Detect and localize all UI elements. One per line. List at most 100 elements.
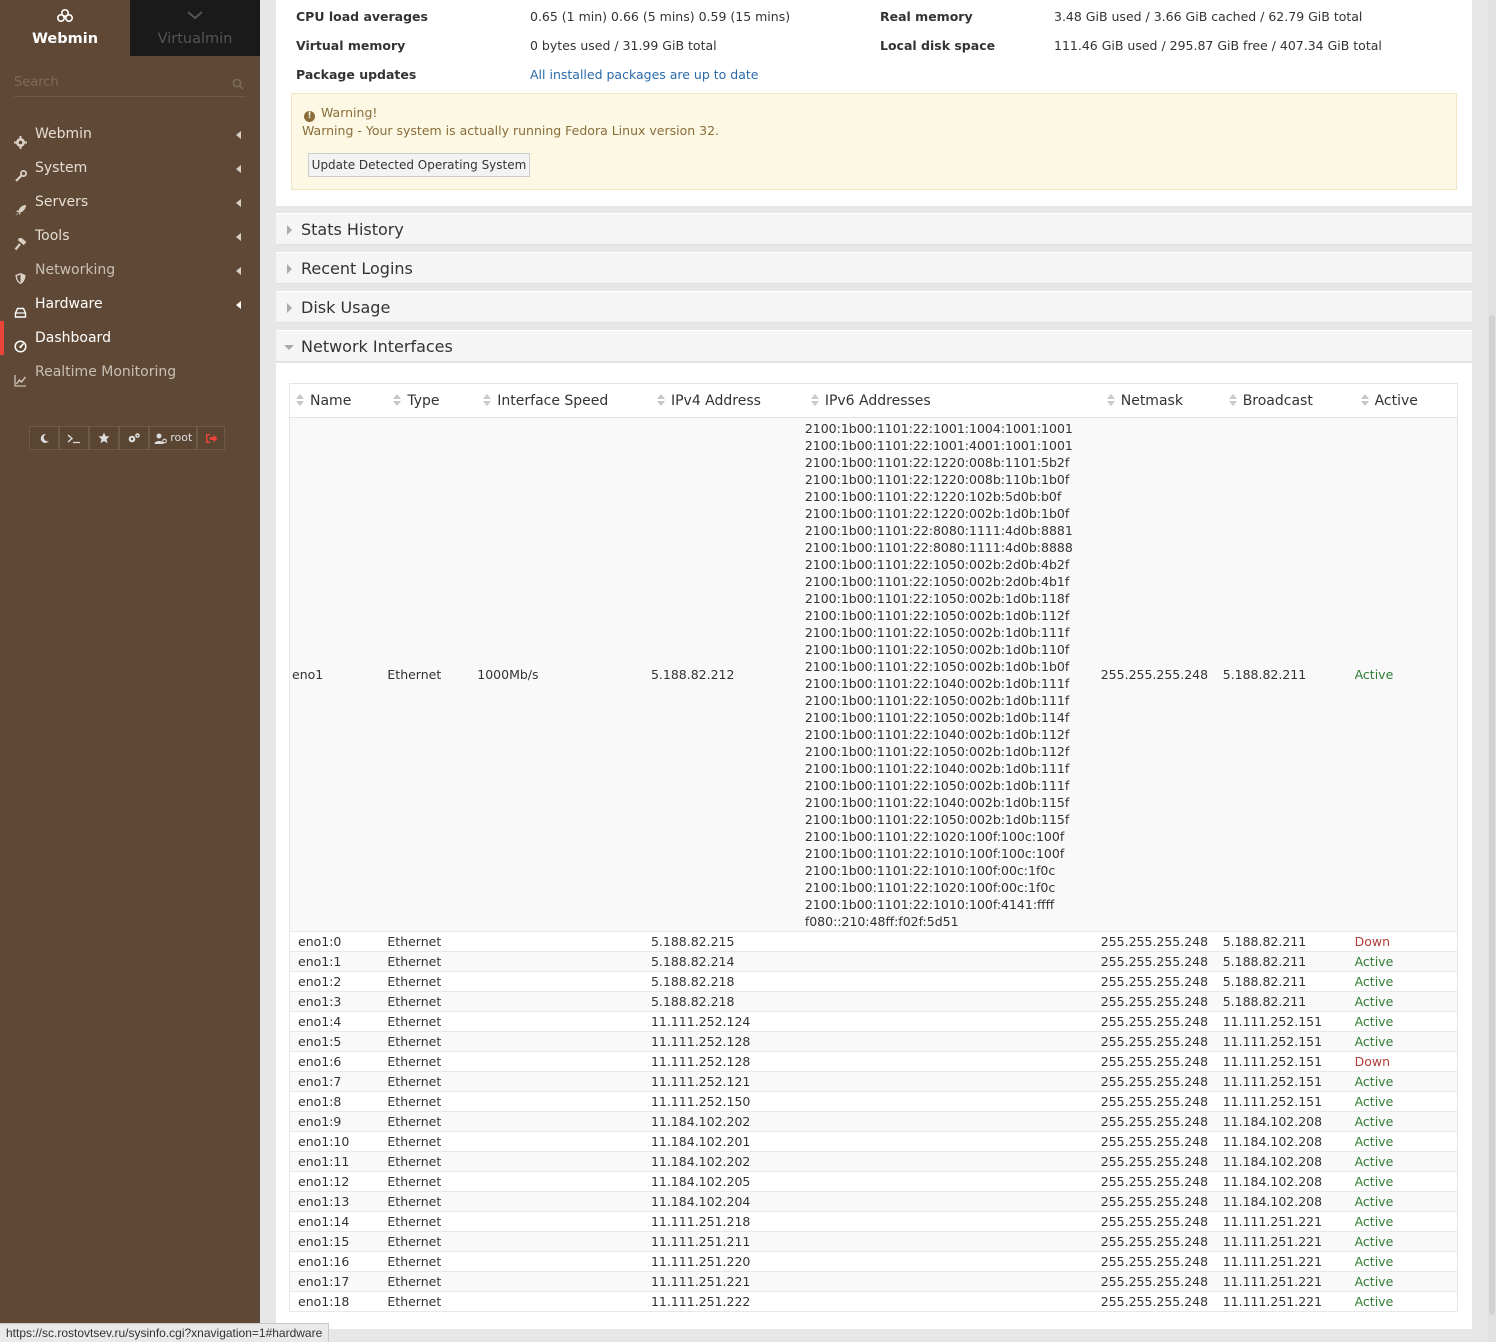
user-cog-icon [154,431,167,444]
cell-active: Active [1354,1131,1458,1152]
logout-icon [205,431,218,444]
table-row: eno1:10 Ethernet 11.184.102.201 255.255.255… [289,1131,1458,1152]
vertical-scrollbar[interactable] [1488,0,1496,1342]
search-icon[interactable] [232,78,244,90]
column-header-active[interactable]: Active [1354,383,1458,418]
cell-netmask: 255.255.255.248 [1100,1071,1223,1092]
cell-ipv6 [804,1231,1101,1252]
tab-webmin[interactable]: Webmin [0,0,130,56]
cell-ipv4: 11.111.251.211 [650,1231,805,1252]
cell-name: eno1:18 [289,1291,388,1312]
cell-netmask: 255.255.255.248 [1100,951,1223,972]
warning-message: Warning - Your system is actually runnin… [302,123,720,138]
sort-icon [810,393,819,406]
stats-history-section[interactable]: Stats History [276,213,1472,245]
star-icon [98,431,110,444]
sidebar-menu: Webmin System Servers Tools Networking H… [0,117,260,389]
column-header-netmask[interactable]: Netmask [1100,383,1223,418]
sidebar-item-realtime-monitoring[interactable]: Realtime Monitoring [0,355,260,389]
cell-netmask: 255.255.255.248 [1100,1211,1223,1232]
scrollbar-thumb[interactable] [1489,315,1495,1315]
network-interfaces-section[interactable]: Network Interfaces [276,330,1472,362]
package-updates-link[interactable]: All installed packages are up to date [530,67,758,82]
sidebar-item-label: Tools [35,228,70,244]
table-row: eno1:17 Ethernet 11.111.251.221 255.255.255… [289,1271,1458,1292]
sidebar-tabs: Webmin Virtualmin [0,0,260,56]
cell-speed [477,1251,651,1272]
ipv6-address: 2100:1b00:1101:22:1001:4001:1001:1001 [804,438,1073,453]
cell-name: eno1 [289,417,388,932]
sort-icon [1360,393,1369,406]
ipv6-address: 2100:1b00:1101:22:1050:002b:1d0b:111f [804,625,1070,640]
cell-broadcast: 11.184.102.208 [1222,1131,1355,1152]
cell-name: eno1:13 [289,1191,388,1212]
cogs-icon [127,431,141,444]
sidebar-item-label: System [35,160,88,176]
column-header-speed[interactable]: Interface Speed [477,383,651,418]
sidebar-item-label: Realtime Monitoring [35,364,177,380]
ipv6-address: 2100:1b00:1101:22:1220:008b:110b:1b0f [804,472,1070,487]
cell-type: Ethernet [387,1291,478,1312]
ipv6-address: 2100:1b00:1101:22:1220:008b:1101:5b2f [804,455,1070,470]
exclamation-icon: ! [304,111,315,122]
cell-type: Ethernet [387,1251,478,1272]
cell-name: eno1:8 [289,1091,388,1112]
table-row: eno1:11 Ethernet 11.184.102.202 255.255.255… [289,1151,1458,1172]
sidebar-item-hardware[interactable]: Hardware [0,287,260,321]
night-mode-button[interactable] [29,426,59,450]
cell-ipv4: 11.111.252.128 [650,1051,805,1072]
ipv6-address: 2100:1b00:1101:22:1040:002b:1d0b:112f [804,727,1070,742]
cell-ipv6 [804,991,1101,1012]
column-header-type[interactable]: Type [387,383,478,418]
cell-speed [477,1051,651,1072]
sidebar-item-networking[interactable]: Networking [0,253,260,287]
search-input[interactable] [14,73,214,90]
cell-netmask: 255.255.255.248 [1100,1231,1223,1252]
cell-speed [477,1131,651,1152]
cell-ipv6 [804,931,1101,952]
table-row: eno1:4 Ethernet 11.111.252.124 255.255.255.… [289,1011,1458,1032]
cell-broadcast: 11.184.102.208 [1222,1171,1355,1192]
cell-type: Ethernet [387,991,478,1012]
sidebar-item-system[interactable]: System [0,151,260,185]
cell-type: Ethernet [387,1091,478,1112]
column-header-ipv4[interactable]: IPv4 Address [650,383,805,418]
cell-broadcast: 5.188.82.211 [1222,991,1355,1012]
sidebar-item-webmin[interactable]: Webmin [0,117,260,151]
sidebar-item-dashboard[interactable]: Dashboard [0,321,260,355]
sidebar-item-servers[interactable]: Servers [0,185,260,219]
sidebar: Webmin Virtualmin Webmin System Servers [0,0,260,1342]
sidebar-item-label: Networking [35,262,116,278]
recent-logins-section[interactable]: Recent Logins [276,252,1472,284]
cell-speed [477,971,651,992]
terminal-button[interactable] [59,426,89,450]
theme-settings-button[interactable] [119,426,149,450]
column-header-broadcast[interactable]: Broadcast [1222,383,1355,418]
user-button[interactable]: root [149,426,197,450]
cell-type: Ethernet [387,1031,478,1052]
column-header-ipv6[interactable]: IPv6 Addresses [804,383,1101,418]
sidebar-item-tools[interactable]: Tools [0,219,260,253]
cell-ipv6 [804,971,1101,992]
rocket-icon [14,196,27,216]
cell-active: Active [1354,1191,1458,1212]
disk-usage-section[interactable]: Disk Usage [276,291,1472,323]
table-row: eno1:2 Ethernet 5.188.82.218 255.255.255.24… [289,971,1458,992]
tab-virtualmin[interactable]: Virtualmin [130,0,260,56]
favorites-button[interactable] [89,426,119,450]
logout-button[interactable] [197,426,225,450]
cell-broadcast: 11.111.252.151 [1222,1071,1355,1092]
cell-active: Down [1354,1051,1458,1072]
cell-name: eno1:4 [289,1011,388,1032]
ipv6-address: 2100:1b00:1101:22:1050:002b:1d0b:111f [804,693,1070,708]
cell-ipv4: 11.111.251.218 [650,1211,805,1232]
cell-type: Ethernet [387,931,478,952]
disk-space-value: 111.46 GiB used / 295.87 GiB free / 407.… [1054,38,1382,53]
cell-netmask: 255.255.255.248 [1100,1091,1223,1112]
cell-broadcast: 11.111.251.221 [1222,1251,1355,1272]
table-row: eno1:15 Ethernet 11.111.251.211 255.255.255… [289,1231,1458,1252]
update-os-button[interactable]: Update Detected Operating System [308,153,530,177]
cell-netmask: 255.255.255.248 [1100,1111,1223,1132]
dashboard-icon [14,332,27,353]
column-header-name[interactable]: Name [289,383,388,418]
